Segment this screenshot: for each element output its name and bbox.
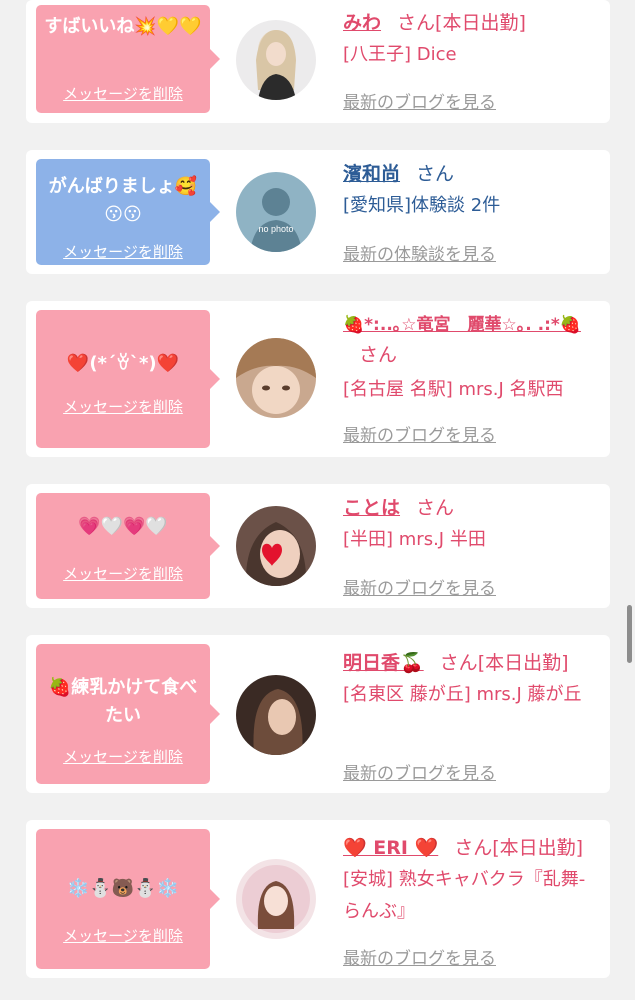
message-text: がんばりましょ🥰😗😗 — [48, 176, 198, 225]
san-suffix: さん — [416, 497, 455, 519]
delete-message-link[interactable]: メッセージを削除 — [36, 241, 210, 262]
name-line: 🍓*:..｡☆竜宮 麗華☆｡. .:*🍓 さん — [343, 309, 602, 370]
name-line: 濱和尚 さん — [343, 158, 602, 190]
avatar[interactable] — [236, 20, 316, 100]
avatar[interactable]: no photo — [236, 172, 316, 252]
avatar-photo — [236, 859, 316, 939]
name-line: ❤️ ERI ❤️ さん[本日出勤] — [343, 832, 602, 864]
message-bubble: 💗🤍💗🤍 メッセージを削除 — [36, 493, 220, 599]
latest-review-link[interactable]: 最新の体験談を見る — [343, 240, 496, 265]
girl-info: 明日香🍒 さん[本日出勤] [名東区 藤が丘] mrs.J 藤が丘 — [343, 647, 602, 711]
message-text: ❤️(*´ꈊ`*)❤️ — [66, 353, 180, 374]
message-bubble: すばいいね💥💛💛 メッセージを削除 — [36, 5, 220, 113]
no-photo-icon — [236, 172, 316, 252]
girl-info: ことは さん [半田] mrs.J 半田 — [343, 492, 602, 556]
avatar[interactable] — [236, 675, 316, 755]
card-asuka: 🍓練乳かけて食べたい メッセージを削除 明日香🍒 さん[本日出勤] [名東区 藤が… — [26, 635, 610, 793]
girl-info: みわ さん[本日出勤] [八王子] Dice — [343, 7, 602, 71]
avatar[interactable] — [236, 859, 316, 939]
delete-message-link[interactable]: メッセージを削除 — [36, 746, 210, 767]
avatar-photo — [236, 20, 316, 100]
delete-message-link[interactable]: メッセージを削除 — [36, 396, 210, 417]
avatar[interactable] — [236, 338, 316, 418]
shop-label: [八王子] Dice — [343, 44, 457, 65]
delete-message-link[interactable]: メッセージを削除 — [36, 925, 210, 946]
shop-label: [名古屋 名駅] mrs.J 名駅西 — [343, 379, 564, 400]
name-line: みわ さん[本日出勤] — [343, 7, 602, 39]
name-line: ことは さん — [343, 492, 602, 524]
message-text: すばいいね💥💛💛 — [44, 16, 202, 37]
girl-name-link[interactable]: 明日香🍒 — [343, 652, 424, 674]
girl-name-link[interactable]: みわ — [343, 12, 381, 34]
message-bubble: ❄️⛄🐻⛄❄️ メッセージを削除 — [36, 829, 220, 969]
message-bubble: 🍓練乳かけて食べたい メッセージを削除 — [36, 644, 220, 784]
card-kotoha: 💗🤍💗🤍 メッセージを削除 ことは さん [半田] mrs.J 半田 最新のブログ… — [26, 484, 610, 608]
avatar-photo — [236, 675, 316, 755]
girl-info: ❤️ ERI ❤️ さん[本日出勤] [安城] 熟女キャバクラ『乱舞-らんぶ』 — [343, 832, 602, 928]
latest-blog-link[interactable]: 最新のブログを見る — [343, 944, 496, 969]
shop-label: [安城] 熟女キャバクラ『乱舞-らんぶ』 — [343, 869, 586, 922]
shop-label: [名東区 藤が丘] mrs.J 藤が丘 — [343, 684, 582, 705]
scrollbar-thumb[interactable] — [627, 605, 632, 663]
san-suffix: さん — [397, 12, 436, 34]
san-suffix: さん — [454, 837, 493, 859]
san-suffix: さん — [416, 163, 455, 185]
message-text: 💗🤍💗🤍 — [78, 516, 168, 537]
status-badge: [本日出勤] — [477, 652, 569, 674]
user-info: 濱和尚 さん [愛知県]体験談 2件 — [343, 158, 602, 222]
no-photo-label: no photo — [258, 224, 294, 234]
latest-blog-link[interactable]: 最新のブログを見る — [343, 759, 496, 784]
san-suffix: さん — [439, 652, 478, 674]
girl-name-link[interactable]: ❤️ ERI ❤️ — [343, 837, 438, 859]
delete-message-link[interactable]: メッセージを削除 — [36, 83, 210, 104]
girl-name-link[interactable]: ことは — [343, 497, 400, 519]
latest-blog-link[interactable]: 最新のブログを見る — [343, 574, 496, 599]
shop-label: [愛知県]体験談 2件 — [343, 195, 501, 216]
message-text: ❄️⛄🐻⛄❄️ — [66, 878, 180, 899]
card-ryugu-reika: ❤️(*´ꈊ`*)❤️ メッセージを削除 🍓*:..｡☆竜宮 麗華☆｡. .:*… — [26, 301, 610, 457]
card-eri: ❄️⛄🐻⛄❄️ メッセージを削除 ❤️ ERI ❤️ さん[本日出勤] [安城] … — [26, 820, 610, 978]
status-badge: [本日出勤] — [435, 12, 526, 34]
girl-info: 🍓*:..｡☆竜宮 麗華☆｡. .:*🍓 さん [名古屋 名駅] mrs.J 名駅… — [343, 309, 602, 406]
shop-label: [半田] mrs.J 半田 — [343, 529, 486, 550]
name-line: 明日香🍒 さん[本日出勤] — [343, 647, 602, 679]
san-suffix: さん — [359, 344, 398, 366]
message-bubble: ❤️(*´ꈊ`*)❤️ メッセージを削除 — [36, 310, 220, 448]
avatar-photo — [236, 338, 316, 418]
delete-message-link[interactable]: メッセージを削除 — [36, 563, 210, 584]
girl-name-link[interactable]: 🍓*:..｡☆竜宮 麗華☆｡. .:*🍓 — [343, 315, 581, 335]
status-badge: [本日出勤] — [492, 837, 584, 859]
card-hamawajo: がんばりましょ🥰😗😗 メッセージを削除 no photo 濱和尚 さん [愛知県]… — [26, 150, 610, 274]
message-bubble: がんばりましょ🥰😗😗 メッセージを削除 — [36, 159, 220, 265]
user-name-link[interactable]: 濱和尚 — [343, 163, 400, 185]
latest-blog-link[interactable]: 最新のブログを見る — [343, 88, 496, 113]
latest-blog-link[interactable]: 最新のブログを見る — [343, 421, 496, 446]
message-text: 🍓練乳かけて食べたい — [48, 677, 198, 726]
avatar[interactable] — [236, 506, 316, 586]
card-miwa: すばいいね💥💛💛 メッセージを削除 みわ さん[本日出勤] [八王子] Dice … — [26, 0, 610, 123]
avatar-photo — [236, 506, 316, 586]
